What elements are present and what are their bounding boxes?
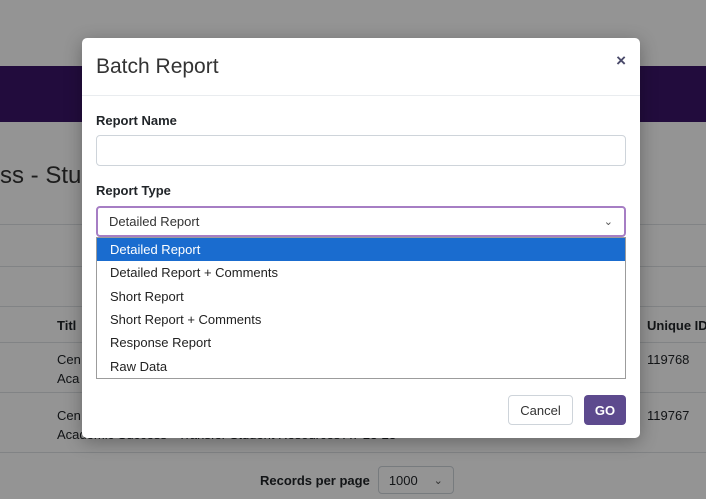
cancel-button[interactable]: Cancel <box>508 395 573 425</box>
option-detailed-report[interactable]: Detailed Report <box>97 238 625 262</box>
report-type-label: Report Type <box>96 183 171 198</box>
modal-header: Batch Report × <box>82 38 640 96</box>
report-type-selected-value: Detailed Report <box>109 214 200 229</box>
close-icon[interactable]: × <box>616 51 626 71</box>
chevron-down-icon: ⌄ <box>603 216 613 228</box>
option-response-report[interactable]: Response Report <box>97 331 625 354</box>
report-type-select[interactable]: Detailed Report ⌄ <box>96 206 626 237</box>
option-detailed-report-comments[interactable]: Detailed Report + Comments <box>97 261 625 284</box>
report-type-dropdown: Detailed Report Detailed Report + Commen… <box>96 237 626 379</box>
modal-title: Batch Report <box>96 55 219 78</box>
go-button[interactable]: GO <box>584 395 626 425</box>
report-name-input[interactable] <box>96 135 626 166</box>
batch-report-modal: Batch Report × Report Name Report Type D… <box>82 38 640 438</box>
report-name-label: Report Name <box>96 113 177 128</box>
option-short-report[interactable]: Short Report <box>97 285 625 308</box>
option-short-report-comments[interactable]: Short Report + Comments <box>97 308 625 331</box>
option-raw-data[interactable]: Raw Data <box>97 355 625 378</box>
